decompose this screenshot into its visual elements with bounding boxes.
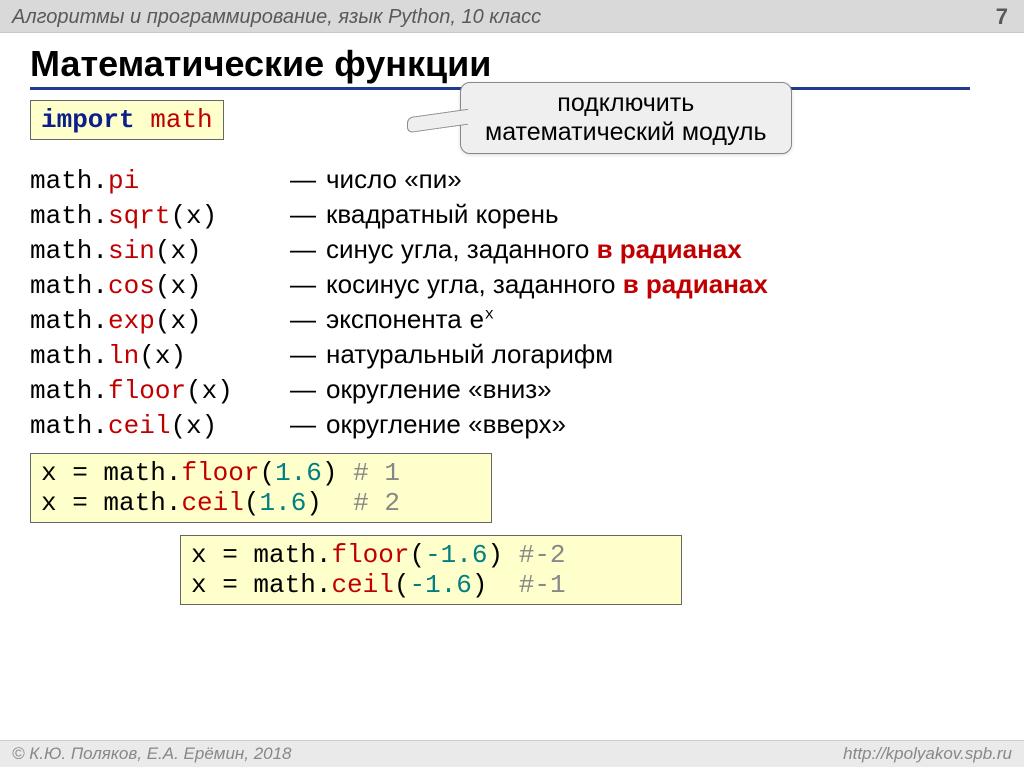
import-module: math <box>150 105 212 135</box>
function-description: синус угла, заданного в радианах <box>326 234 742 265</box>
function-code: math.pi <box>30 166 290 196</box>
function-row: math.pi— число «пи» <box>30 164 994 196</box>
dash-separator: — <box>290 339 316 370</box>
dash-separator: — <box>290 304 316 335</box>
code-line: x = math.floor(-1.6) #-2 <box>191 540 671 570</box>
function-code: math.sin(x) <box>30 236 290 266</box>
course-title: Алгоритмы и программирование, язык Pytho… <box>12 6 541 29</box>
dash-separator: — <box>290 199 316 230</box>
example-box-1: x = math.floor(1.6) # 1x = math.ceil(1.6… <box>30 453 492 523</box>
code-line: x = math.ceil(1.6) # 2 <box>41 488 481 518</box>
function-description: косинус угла, заданного в радианах <box>326 269 768 300</box>
function-description: натуральный логарифм <box>326 339 613 370</box>
import-row: import math подключить математический мо… <box>30 100 994 150</box>
function-code: math.cos(x) <box>30 271 290 301</box>
function-list: math.pi— число «пи»math.sqrt(x)— квадрат… <box>30 164 994 441</box>
function-description: округление «вниз» <box>326 374 552 405</box>
function-row: math.ceil(x)— округление «вверх» <box>30 409 994 441</box>
dash-separator: — <box>290 164 316 195</box>
dash-separator: — <box>290 374 316 405</box>
example-box-2: x = math.floor(-1.6) #-2x = math.ceil(-1… <box>180 535 682 605</box>
footer-copyright: © К.Ю. Поляков, Е.А. Ерёмин, 2018 <box>12 744 292 764</box>
function-row: math.exp(x)— экспонента ex <box>30 304 994 336</box>
function-code: math.floor(x) <box>30 376 290 406</box>
function-description: экспонента ex <box>326 304 494 336</box>
function-description: округление «вверх» <box>326 409 566 440</box>
dash-separator: — <box>290 269 316 300</box>
function-code: math.exp(x) <box>30 306 290 336</box>
callout-line2: математический модуль <box>485 118 767 147</box>
function-description: квадратный корень <box>326 199 559 230</box>
header-bar: Алгоритмы и программирование, язык Pytho… <box>0 0 1024 33</box>
function-row: math.sqrt(x)— квадратный корень <box>30 199 994 231</box>
content-area: import math подключить математический мо… <box>0 90 1024 605</box>
function-code: math.ceil(x) <box>30 411 290 441</box>
slide: Алгоритмы и программирование, язык Pytho… <box>0 0 1024 767</box>
code-line: x = math.ceil(-1.6) #-1 <box>191 570 671 600</box>
page-number: 7 <box>996 4 1012 30</box>
callout-box: подключить математический модуль <box>460 82 792 154</box>
footer-url: http://kpolyakov.spb.ru <box>843 744 1012 764</box>
import-codebox: import math <box>30 100 224 140</box>
import-keyword: import <box>41 105 135 135</box>
function-row: math.ln(x)— натуральный логарифм <box>30 339 994 371</box>
dash-separator: — <box>290 409 316 440</box>
dash-separator: — <box>290 234 316 265</box>
function-code: math.sqrt(x) <box>30 201 290 231</box>
callout-line1: подключить <box>485 89 767 118</box>
function-row: math.cos(x)— косинус угла, заданного в р… <box>30 269 994 301</box>
footer-bar: © К.Ю. Поляков, Е.А. Ерёмин, 2018 http:/… <box>0 740 1024 767</box>
function-row: math.sin(x)— синус угла, заданного в рад… <box>30 234 994 266</box>
function-row: math.floor(x)— округление «вниз» <box>30 374 994 406</box>
code-line: x = math.floor(1.6) # 1 <box>41 458 481 488</box>
function-code: math.ln(x) <box>30 341 290 371</box>
function-description: число «пи» <box>326 164 462 195</box>
